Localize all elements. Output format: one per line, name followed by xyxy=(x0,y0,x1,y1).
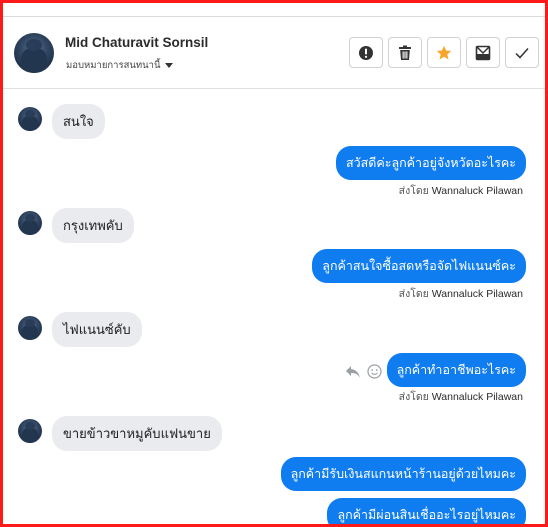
check-icon xyxy=(515,47,529,59)
assign-conversation-dropdown[interactable]: มอบหมายการสนทนานี้ xyxy=(66,58,173,73)
sent-by-prefix: ส่งโดย xyxy=(398,288,429,300)
contact-avatar[interactable] xyxy=(14,33,54,73)
delete-button[interactable] xyxy=(388,37,422,68)
outgoing-message-bubble[interactable]: ลูกค้าสนใจซื้อสดหรือจัดไฟแนนซ์คะ xyxy=(312,249,526,283)
emoji-reaction-icon[interactable] xyxy=(367,364,382,379)
outgoing-message-bubble[interactable]: ลูกค้ามีผ่อนสินเชื่ออะไรอยู่ไหมคะ xyxy=(327,498,526,524)
outgoing-message-bubble[interactable]: สวัสดีค่ะลูกค้าอยู่จังหวัดอะไรคะ xyxy=(335,146,526,180)
sender-name: Wannaluck Pilawan xyxy=(431,185,523,197)
sent-by-label: ส่งโดย Wannaluck Pilawan xyxy=(399,182,523,199)
sent-by-prefix: ส่งโดย xyxy=(398,391,429,403)
mark-spam-button[interactable] xyxy=(349,37,383,68)
contact-avatar[interactable] xyxy=(18,316,42,340)
conversation-header: Mid Chaturavit Sornsil มอบหมายการสนทนานี… xyxy=(3,17,545,89)
contact-name[interactable]: Mid Chaturavit Sornsil xyxy=(65,35,208,50)
sent-by-label: ส่งโดย Wannaluck Pilawan xyxy=(399,388,523,405)
archive-icon xyxy=(475,45,491,60)
outgoing-message-bubble[interactable]: ลูกค้าทำอาชีพอะไรคะ xyxy=(386,353,526,387)
caret-down-icon xyxy=(164,63,173,68)
mark-done-button[interactable] xyxy=(505,37,539,68)
incoming-message-bubble[interactable]: ขายข้าวขาหมูคับแฟนขาย xyxy=(52,416,222,451)
move-to-inbox-button[interactable] xyxy=(466,37,500,68)
star-icon xyxy=(436,45,452,59)
outgoing-message-bubble[interactable]: ลูกค้ามีรับเงินสแกนหน้าร้านอยู่ด้วยไหมคะ xyxy=(280,457,526,491)
sent-by-label: ส่งโดย Wannaluck Pilawan xyxy=(399,285,523,302)
sender-name: Wannaluck Pilawan xyxy=(431,391,523,403)
incoming-message-bubble[interactable]: ไฟแนนซ์คับ xyxy=(52,312,142,347)
sent-by-prefix: ส่งโดย xyxy=(398,185,429,197)
alert-icon xyxy=(359,45,373,60)
incoming-message-bubble[interactable]: กรุงเทพคับ xyxy=(52,208,134,243)
star-button[interactable] xyxy=(427,37,461,68)
message-hover-actions xyxy=(345,364,382,379)
trash-icon xyxy=(399,45,411,60)
sender-name: Wannaluck Pilawan xyxy=(431,288,523,300)
incoming-message-bubble[interactable]: สนใจ xyxy=(52,104,105,139)
conversation-window: Mid Chaturavit Sornsil มอบหมายการสนทนานี… xyxy=(0,0,548,527)
header-actions xyxy=(349,37,539,68)
assign-label: มอบหมายการสนทนานี้ xyxy=(66,60,161,71)
contact-avatar[interactable] xyxy=(18,419,42,443)
contact-avatar[interactable] xyxy=(18,211,42,235)
contact-avatar[interactable] xyxy=(18,107,42,131)
reply-icon[interactable] xyxy=(345,365,361,379)
